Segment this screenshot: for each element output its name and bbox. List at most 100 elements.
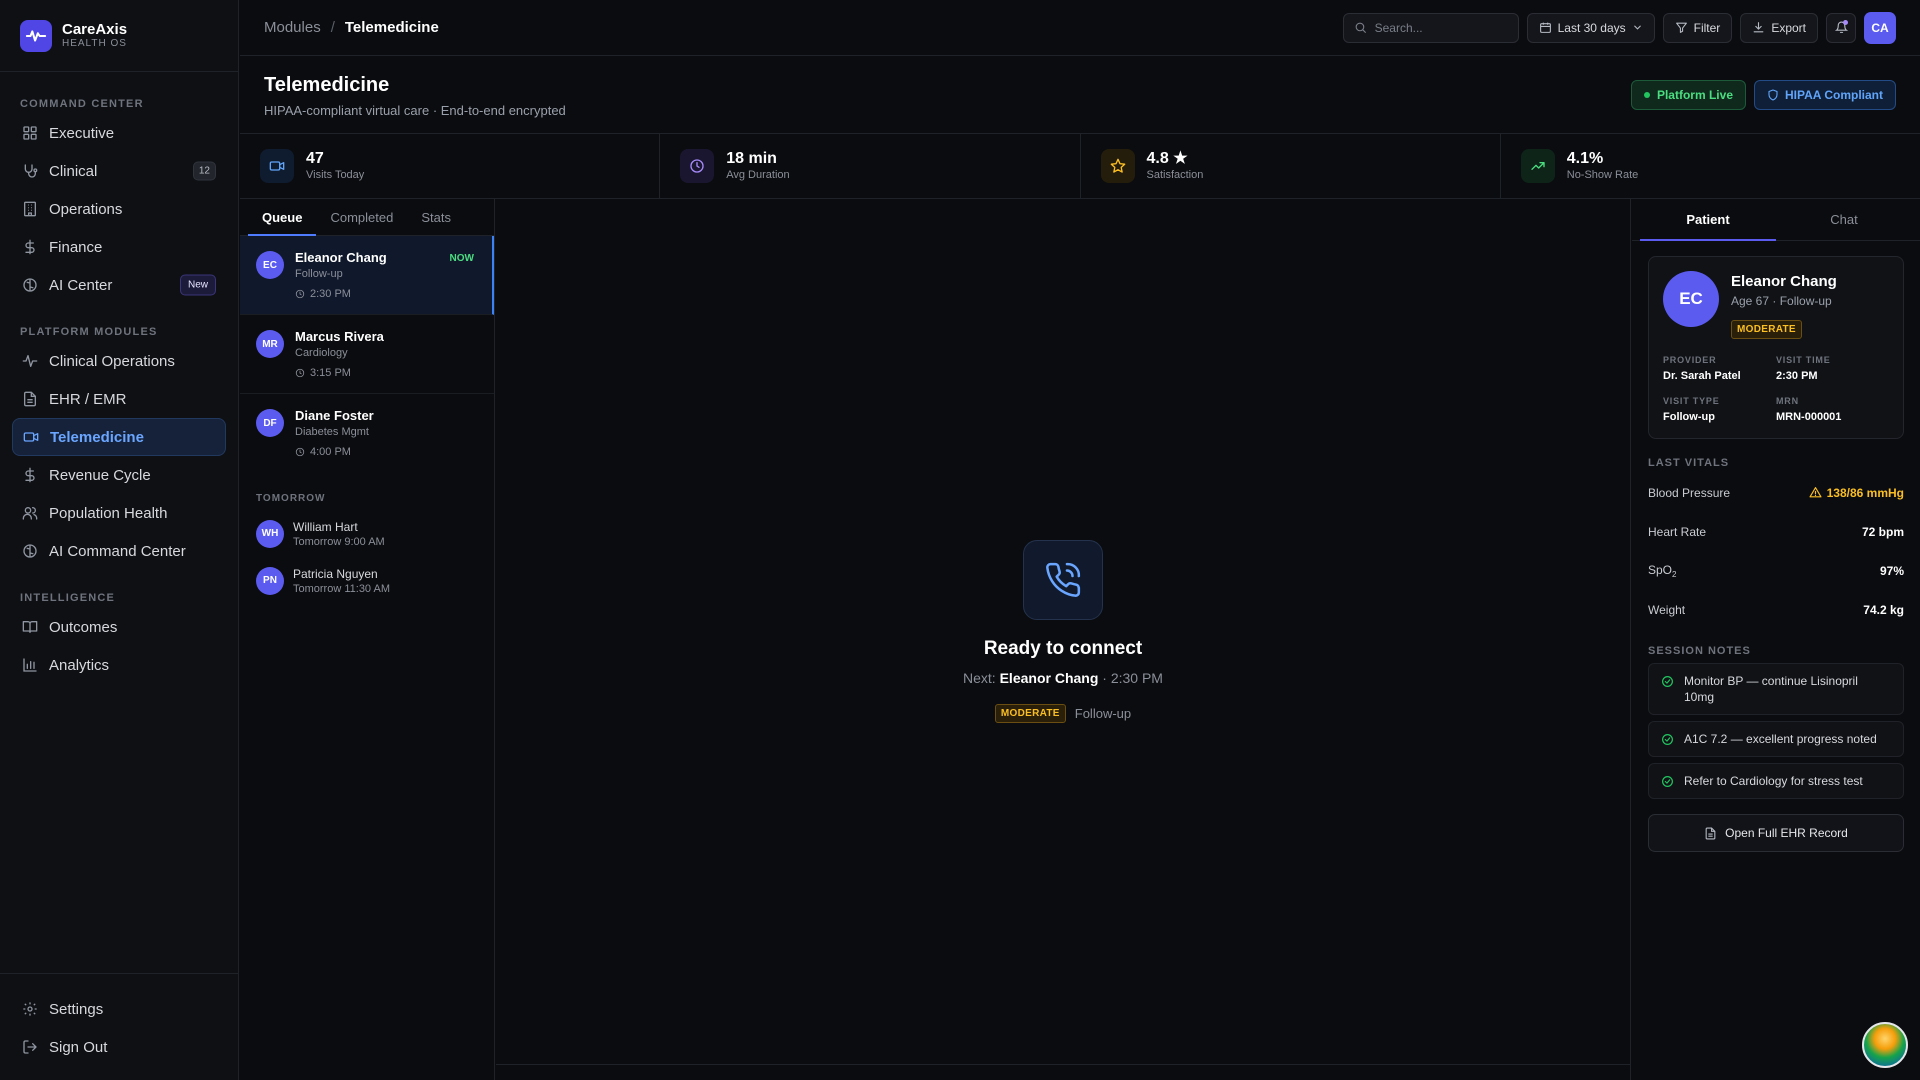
dollar-icon bbox=[22, 239, 38, 255]
sidebar-item-outcomes[interactable]: Outcomes bbox=[12, 608, 226, 646]
sidebar: CareAxis HEALTH OS COMMAND CENTER Execut… bbox=[0, 0, 239, 1080]
patient-name: Patricia Nguyen bbox=[293, 566, 378, 581]
breadcrumb-root[interactable]: Modules bbox=[264, 19, 321, 36]
sidebar-item-ai-center[interactable]: AI Center New bbox=[12, 266, 226, 304]
session-note: A1C 7.2 — excellent progress noted bbox=[1648, 721, 1904, 757]
check-circle-icon bbox=[1661, 675, 1674, 688]
gear-icon bbox=[22, 1001, 38, 1017]
sidebar-item-analytics[interactable]: Analytics bbox=[12, 646, 226, 684]
ready-to-connect: Ready to connect Next: Eleanor Chang · 2… bbox=[496, 540, 1630, 723]
hipaa-badge: HIPAA Compliant bbox=[1754, 80, 1896, 110]
patient-name: Marcus Rivera bbox=[295, 329, 384, 344]
export-label: Export bbox=[1771, 20, 1806, 35]
sidebar-item-label: Operations bbox=[49, 200, 123, 218]
sidebar-item-executive[interactable]: Executive bbox=[12, 114, 226, 152]
sidebar-item-population-health[interactable]: Population Health bbox=[12, 494, 226, 532]
building-icon bbox=[22, 201, 38, 217]
sidebar-item-clinical-operations[interactable]: Clinical Operations bbox=[12, 342, 226, 380]
visit-time-text: Tomorrow 11:30 AM bbox=[293, 582, 391, 595]
queue-item[interactable]: EC Eleanor Chang Follow-up 2:30 PM NOW bbox=[240, 236, 494, 315]
sidebar-item-operations[interactable]: Operations bbox=[12, 190, 226, 228]
patient-name: William Hart bbox=[293, 519, 358, 534]
platform-live-badge: Platform Live bbox=[1630, 80, 1746, 110]
vital-weight: Weight 74.2 kg bbox=[1648, 590, 1904, 629]
breadcrumb-current: Telemedicine bbox=[344, 19, 439, 36]
tab-completed[interactable]: Completed bbox=[316, 199, 407, 235]
visit-type: Diabetes Mgmt bbox=[295, 426, 369, 438]
sidebar-item-ehr-emr[interactable]: EHR / EMR bbox=[12, 380, 226, 418]
sidebar-item-settings[interactable]: Settings bbox=[12, 990, 226, 1028]
stat-value: 4.1% bbox=[1566, 150, 1604, 167]
bar-chart-icon bbox=[22, 657, 38, 673]
activity-icon bbox=[22, 353, 38, 369]
page-header: Telemedicine HIPAA-compliant virtual car… bbox=[240, 56, 1920, 134]
notes-section-title: SESSION NOTES bbox=[1648, 645, 1751, 657]
sidebar-item-telemedicine[interactable]: Telemedicine bbox=[12, 418, 226, 456]
sidebar-item-label: Settings bbox=[49, 1000, 104, 1018]
vital-label: SpO2 bbox=[1648, 563, 1676, 579]
hipaa-label: HIPAA Compliant bbox=[1785, 88, 1883, 102]
clock-icon bbox=[295, 447, 305, 457]
brand[interactable]: CareAxis HEALTH OS bbox=[0, 0, 238, 72]
topbar: Modules / Telemedicine Last 30 days Filt… bbox=[240, 0, 1920, 56]
notifications-button[interactable] bbox=[1826, 12, 1856, 43]
start-call-button[interactable] bbox=[1023, 540, 1103, 620]
video-call-area: Ready to connect Next: Eleanor Chang · 2… bbox=[496, 199, 1631, 1080]
filter-button[interactable]: Filter bbox=[1662, 12, 1733, 43]
stat-label: Visits Today bbox=[306, 169, 365, 181]
detail-value: Follow-up bbox=[1663, 411, 1715, 423]
session-note: Refer to Cardiology for stress test bbox=[1648, 763, 1904, 799]
stat-label: No-Show Rate bbox=[1566, 169, 1639, 181]
patient-name: Eleanor Chang bbox=[1731, 273, 1837, 290]
tab-stats[interactable]: Stats bbox=[407, 199, 465, 235]
note-text: Monitor BP — continue Lisinopril 10mg bbox=[1684, 674, 1858, 704]
visit-time-text: 3:15 PM bbox=[310, 367, 351, 379]
sidebar-item-clinical[interactable]: Clinical 12 bbox=[12, 152, 226, 190]
queue-item-tomorrow[interactable]: PN Patricia Nguyen Tomorrow 11:30 AM bbox=[240, 557, 494, 604]
date-range-select[interactable]: Last 30 days bbox=[1526, 12, 1655, 43]
export-button[interactable]: Export bbox=[1740, 12, 1818, 43]
sidebar-item-label: AI Command Center bbox=[49, 542, 186, 560]
sidebar-item-label: Revenue Cycle bbox=[49, 466, 151, 484]
filter-label: Filter bbox=[1693, 20, 1721, 35]
user-avatar[interactable]: CA bbox=[1864, 11, 1896, 44]
stat-icon-box bbox=[1100, 149, 1135, 183]
vital-value-text: 138/86 mmHg bbox=[1826, 485, 1904, 500]
avatar: EC bbox=[1663, 271, 1719, 327]
tomorrow-section-title: TOMORROW bbox=[256, 493, 326, 504]
stat-no-show-rate: 4.1% No-Show Rate bbox=[1501, 134, 1920, 198]
nav-section-title: INTELLIGENCE bbox=[20, 592, 116, 604]
queue-item-tomorrow[interactable]: WH William Hart Tomorrow 9:00 AM bbox=[240, 510, 494, 557]
sidebar-item-label: Analytics bbox=[49, 656, 110, 674]
stat-icon-box bbox=[1520, 149, 1555, 183]
next-prefix: Next: bbox=[963, 670, 996, 686]
assistant-launcher-icon[interactable] bbox=[1862, 1022, 1908, 1068]
open-ehr-record-button[interactable]: Open Full EHR Record bbox=[1648, 814, 1904, 852]
visit-time-text: 2:30 PM bbox=[310, 288, 351, 300]
search-box[interactable] bbox=[1342, 12, 1519, 43]
calendar-icon bbox=[1539, 21, 1552, 34]
sidebar-item-finance[interactable]: Finance bbox=[12, 228, 226, 266]
brand-name: CareAxis bbox=[62, 21, 128, 38]
queue-item[interactable]: DF Diane Foster Diabetes Mgmt 4:00 PM bbox=[240, 394, 494, 473]
sidebar-item-label: AI Center bbox=[49, 276, 113, 294]
file-icon bbox=[22, 391, 38, 407]
dollar-icon bbox=[22, 467, 38, 483]
tab-queue[interactable]: Queue bbox=[248, 199, 317, 236]
visit-time: 2:30 PM bbox=[295, 288, 387, 300]
sidebar-nav: COMMAND CENTER Executive Clinical 12 Ope… bbox=[0, 72, 238, 973]
tab-chat[interactable]: Chat bbox=[1776, 199, 1912, 240]
sidebar-item-sign-out[interactable]: Sign Out bbox=[12, 1028, 226, 1066]
notification-dot bbox=[1843, 19, 1848, 25]
queue-item[interactable]: MR Marcus Rivera Cardiology 3:15 PM bbox=[240, 315, 494, 394]
next-patient-tags: MODERATE Follow-up bbox=[994, 704, 1132, 723]
visit-type: Follow-up bbox=[1074, 706, 1132, 721]
note-text: A1C 7.2 — excellent progress noted bbox=[1684, 732, 1877, 746]
tab-patient[interactable]: Patient bbox=[1640, 199, 1776, 241]
visit-type: Cardiology bbox=[295, 347, 348, 359]
stat-satisfaction: 4.8 ★ Satisfaction bbox=[1081, 134, 1501, 198]
sidebar-item-ai-command-center[interactable]: AI Command Center bbox=[12, 532, 226, 570]
search-input[interactable] bbox=[1374, 20, 1495, 35]
sidebar-item-revenue-cycle[interactable]: Revenue Cycle bbox=[12, 456, 226, 494]
risk-badge: MODERATE bbox=[994, 704, 1066, 723]
